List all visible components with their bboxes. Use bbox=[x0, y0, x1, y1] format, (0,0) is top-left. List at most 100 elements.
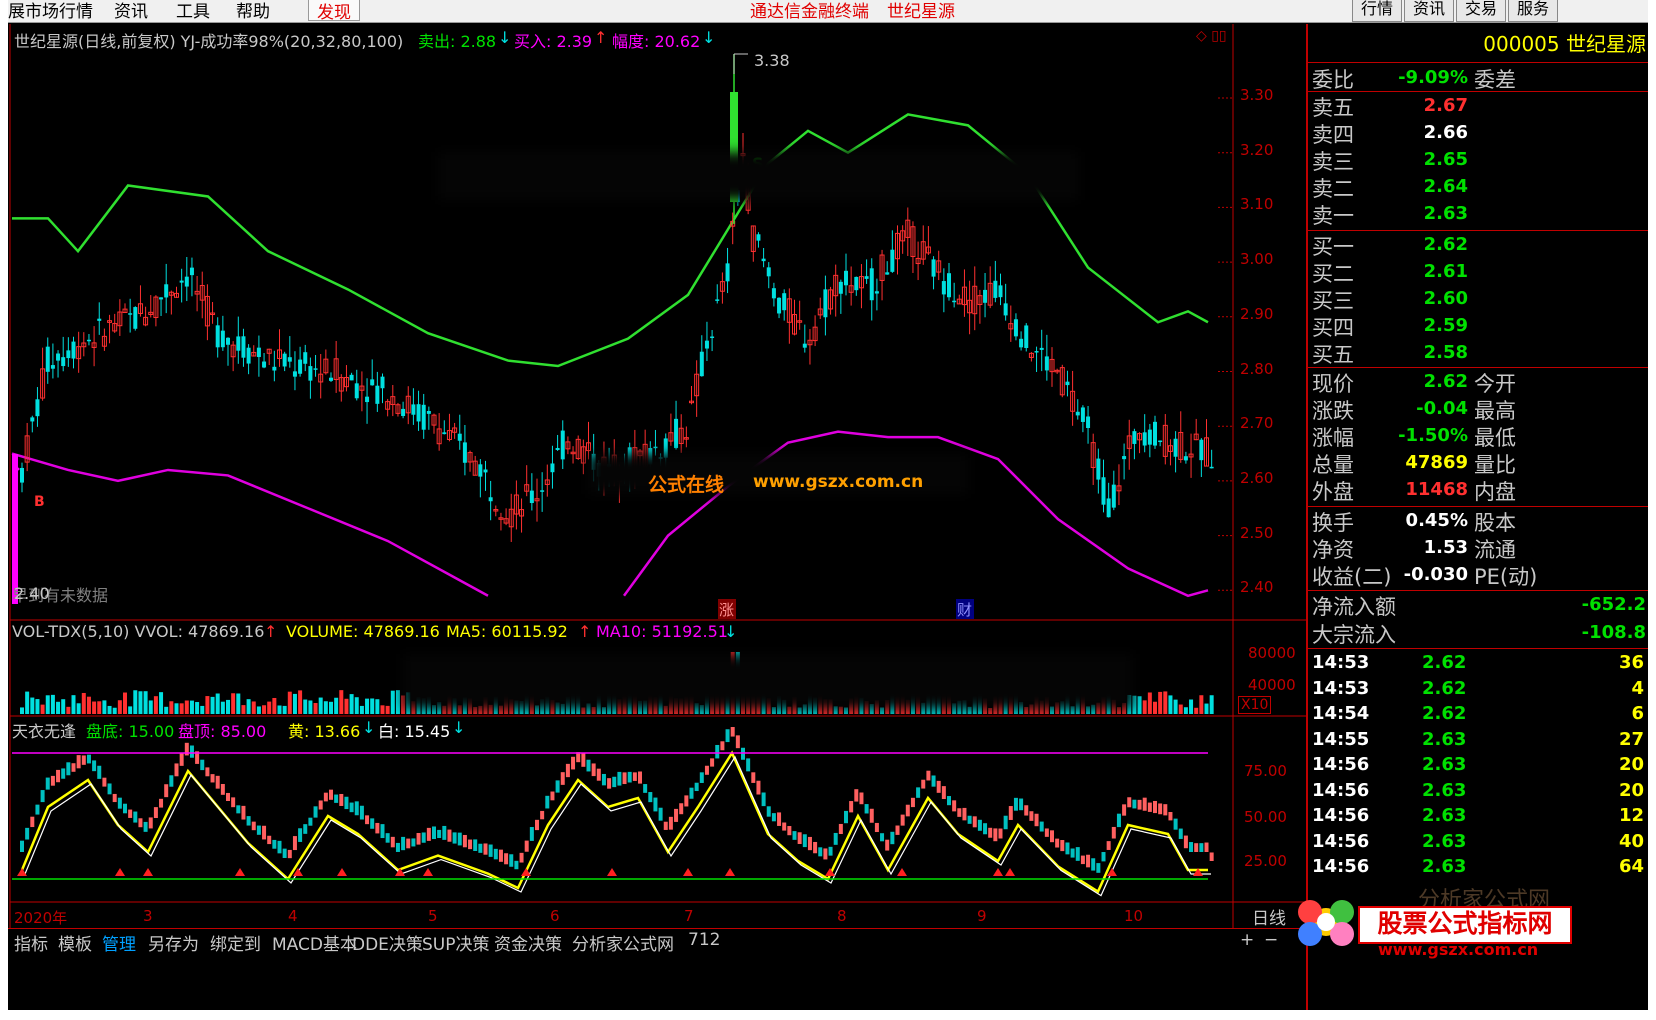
indicator-bar bbox=[20, 840, 24, 852]
tab-fund[interactable]: 资金决策 bbox=[494, 930, 562, 955]
tab-manage[interactable]: 管理 bbox=[102, 930, 136, 955]
sell-level-label: 卖四 bbox=[1312, 123, 1354, 147]
volume-bar bbox=[1168, 695, 1173, 714]
candle-body bbox=[313, 368, 318, 370]
indicator-bar bbox=[535, 819, 539, 831]
candle-body bbox=[993, 280, 998, 298]
indicator-bar bbox=[354, 801, 359, 816]
tick-volume: 64 bbox=[1618, 856, 1644, 877]
tick-row: 14:56 2.63 40 bbox=[1308, 831, 1648, 856]
candle-body bbox=[931, 259, 936, 277]
tab-save-as[interactable]: 另存为 bbox=[148, 930, 199, 955]
candle-body bbox=[401, 408, 406, 417]
indicator-bar bbox=[308, 817, 313, 826]
indicator-bar bbox=[591, 763, 596, 777]
indicator-bar bbox=[35, 804, 40, 815]
peak-price-label: 3.38 bbox=[754, 51, 790, 70]
candle-body bbox=[354, 383, 359, 399]
indicator-bar bbox=[462, 834, 467, 848]
volume-bar bbox=[354, 697, 359, 714]
price-tick: 3.30 bbox=[1240, 86, 1274, 104]
candle-body bbox=[298, 359, 303, 374]
volume-bar bbox=[30, 697, 35, 714]
tab-712[interactable]: 712 bbox=[688, 930, 720, 950]
indicator-bar bbox=[838, 823, 843, 835]
indicator-bar bbox=[148, 817, 153, 829]
top-button-quotes[interactable]: 行情 bbox=[1352, 0, 1402, 22]
indicator-bar bbox=[622, 772, 627, 785]
tab-plus-button[interactable]: + bbox=[1240, 930, 1254, 950]
tab-template[interactable]: 模板 bbox=[58, 930, 92, 955]
sell-level-value: 2.63 bbox=[1423, 203, 1468, 224]
menu-tools[interactable]: 工具 bbox=[176, 0, 210, 22]
indicator-bar bbox=[947, 796, 951, 806]
volume-bar bbox=[298, 690, 303, 714]
candle-body bbox=[653, 446, 658, 449]
indicator-bar bbox=[1194, 843, 1199, 852]
tab-minus-button[interactable]: − bbox=[1264, 930, 1278, 950]
top-button-news[interactable]: 资讯 bbox=[1404, 0, 1454, 22]
indicator-bar bbox=[509, 854, 514, 867]
indicator-bar bbox=[869, 808, 874, 823]
candle-body bbox=[874, 291, 879, 294]
menu-market[interactable]: 展市场行情 bbox=[8, 0, 93, 22]
stock-code-name: 000005 世纪星源 bbox=[1483, 32, 1646, 56]
stat-value: 2.62 bbox=[1423, 371, 1468, 392]
buy-level-row: 买二 2.61 bbox=[1308, 258, 1648, 286]
volume-bar bbox=[138, 691, 143, 714]
tab-indicator[interactable]: 指标 bbox=[14, 930, 48, 955]
volume-bar bbox=[210, 696, 215, 714]
tab-sup[interactable]: SUP决策 bbox=[422, 930, 490, 955]
volume-bar bbox=[1178, 704, 1183, 714]
tick-row: 14:56 2.63 20 bbox=[1308, 780, 1648, 805]
volume-bar bbox=[25, 691, 30, 714]
candle-body bbox=[365, 396, 370, 403]
candle-body bbox=[1101, 477, 1106, 505]
volume-bar bbox=[61, 699, 66, 714]
candle-body bbox=[555, 447, 560, 450]
tab-macd[interactable]: MACD基本 bbox=[272, 930, 357, 955]
indicator-bar bbox=[411, 838, 416, 847]
candle-body bbox=[71, 341, 76, 359]
indicator-bar bbox=[164, 784, 169, 798]
candle-body bbox=[823, 289, 828, 318]
indicator-bar bbox=[1189, 842, 1194, 852]
indicator-bar bbox=[694, 782, 699, 792]
chart-area[interactable]: 世纪星源(日线,前复权) YJ-成功率98%(20,32,80,100) 卖出:… bbox=[8, 24, 1308, 1004]
indicator-bar bbox=[133, 811, 138, 823]
buy-level-value: 2.61 bbox=[1423, 261, 1468, 282]
buy-arrow-icon bbox=[143, 868, 153, 876]
candle-body bbox=[710, 336, 715, 339]
menu-discover[interactable]: 发现 bbox=[308, 0, 360, 23]
top-button-trade[interactable]: 交易 bbox=[1456, 0, 1506, 22]
top-button-service[interactable]: 服务 bbox=[1508, 0, 1558, 22]
obscured-area bbox=[438, 152, 1078, 200]
indicator-bar bbox=[1086, 854, 1091, 868]
indicator-bar bbox=[741, 747, 745, 760]
indicator-bar bbox=[612, 776, 617, 788]
indicator-bar bbox=[1019, 798, 1024, 811]
sell-level-row: 卖五 2.67 bbox=[1308, 92, 1648, 120]
menu-news[interactable]: 资讯 bbox=[114, 0, 148, 22]
indicator-yellow: 黄: 13.66 bbox=[288, 722, 361, 741]
menu-help[interactable]: 帮助 bbox=[236, 0, 270, 22]
indicator-bar bbox=[648, 792, 653, 803]
candle-body bbox=[1132, 431, 1137, 444]
candle-body bbox=[1019, 338, 1024, 348]
candle-body bbox=[128, 313, 133, 315]
indicator-bar bbox=[529, 827, 534, 841]
tab-dde[interactable]: DDE决策 bbox=[352, 930, 423, 955]
tab-analyst[interactable]: 分析家公式网 bbox=[572, 930, 674, 955]
volume-bar bbox=[66, 706, 71, 714]
indicator-bar bbox=[298, 828, 303, 842]
indicator-bar bbox=[1199, 843, 1204, 852]
indicator-bar bbox=[123, 803, 127, 814]
stat-right-label: 最高 bbox=[1474, 399, 1516, 423]
candle-body bbox=[421, 404, 426, 430]
diamond-icon[interactable]: ◇ ▯▯ bbox=[1196, 28, 1227, 44]
tab-bind-to[interactable]: 绑定到 bbox=[210, 930, 261, 955]
stat-value: -1.50% bbox=[1398, 425, 1468, 446]
sell-level-row: 卖四 2.66 bbox=[1308, 119, 1648, 147]
period-label[interactable]: 日线 bbox=[1252, 904, 1286, 929]
volume-bar bbox=[313, 703, 318, 714]
